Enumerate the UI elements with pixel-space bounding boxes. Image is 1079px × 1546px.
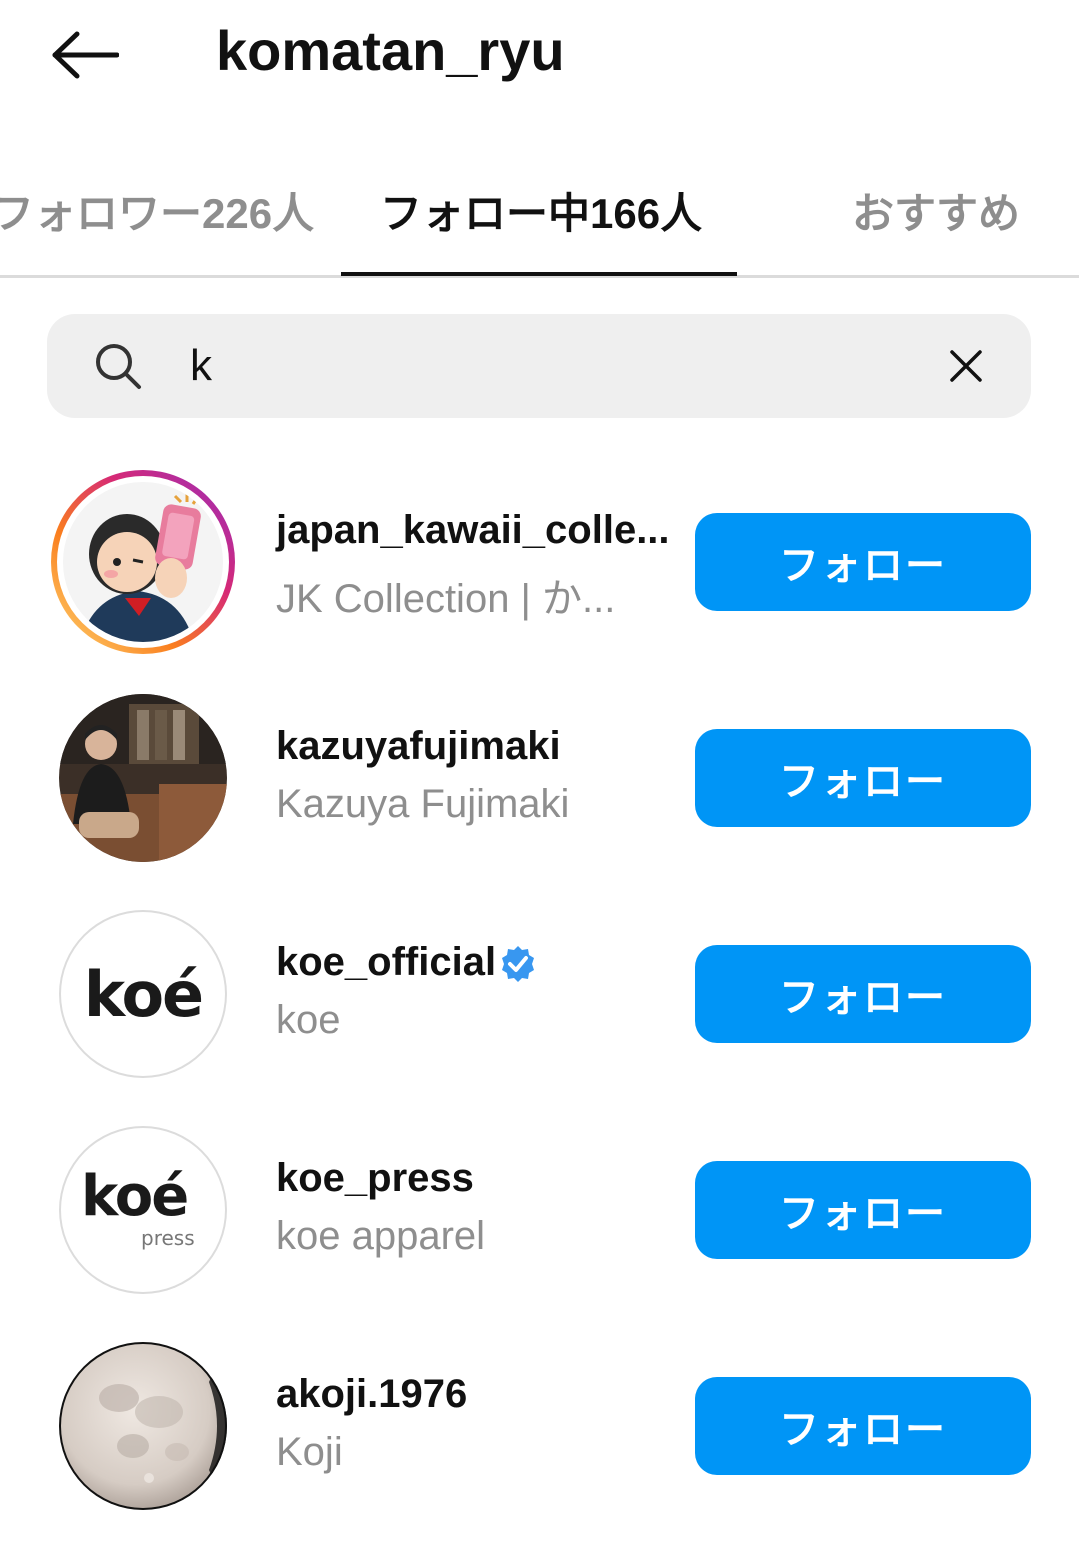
list-item[interactable]: akoji.1976 Koji フォロー — [0, 1330, 1079, 1546]
koe-press-logo: koé — [81, 1164, 189, 1229]
follow-button[interactable]: フォロー — [695, 1377, 1031, 1475]
koe-logo: koé — [83, 957, 204, 1031]
tab-followers[interactable]: フォロワー226人 — [0, 180, 314, 241]
active-tab-indicator — [341, 272, 737, 276]
tab-bar: フォロワー226人 フォロー中166人 おすすめ — [0, 150, 1079, 278]
account-fullname: JK Collection | か... — [276, 577, 616, 621]
moon-photo — [59, 1342, 227, 1510]
avatar[interactable]: koé press — [59, 1126, 227, 1294]
account-fullname: Kazuya Fujimaki — [276, 782, 570, 826]
follow-button[interactable]: フォロー — [695, 729, 1031, 827]
account-username[interactable]: koe_official — [276, 940, 496, 985]
account-username[interactable]: kazuyafujimaki — [276, 724, 561, 769]
tab-suggested[interactable]: おすすめ — [852, 180, 1020, 241]
clear-search-button[interactable] — [936, 336, 996, 396]
follow-button[interactable]: フォロー — [695, 945, 1031, 1043]
account-username[interactable]: koe_press — [276, 1156, 474, 1201]
list-item[interactable]: koé koe_official koe フォロー — [0, 898, 1079, 1114]
close-icon — [950, 350, 982, 382]
profile-photo — [59, 694, 227, 862]
avatar[interactable] — [47, 466, 239, 658]
search-input[interactable] — [190, 334, 890, 398]
list-item[interactable]: kazuyafujimaki Kazuya Fujimaki フォロー — [0, 682, 1079, 898]
avatar[interactable] — [59, 1342, 227, 1510]
verified-badge-icon — [502, 946, 534, 982]
top-bar: komatan_ryu — [0, 0, 1079, 110]
back-button[interactable] — [44, 20, 124, 90]
list-item[interactable]: japan_kawaii_colle... JK Collection | か.… — [0, 466, 1079, 682]
account-fullname: koe — [276, 998, 341, 1042]
list-item[interactable]: koé press koe_press koe apparel フォロー — [0, 1114, 1079, 1330]
page-title: komatan_ryu — [216, 19, 565, 82]
avatar[interactable] — [59, 694, 227, 862]
follow-button[interactable]: フォロー — [695, 513, 1031, 611]
follow-button[interactable]: フォロー — [695, 1161, 1031, 1259]
search-icon — [96, 344, 141, 389]
koe-press-logo-sub: press — [141, 1226, 195, 1250]
avatar[interactable]: koé — [59, 910, 227, 1078]
account-username[interactable]: japan_kawaii_colle... — [276, 508, 670, 553]
story-ring — [51, 470, 235, 654]
account-fullname: koe apparel — [276, 1214, 486, 1258]
tab-following[interactable]: フォロー中166人 — [380, 180, 702, 241]
account-username[interactable]: akoji.1976 — [276, 1372, 467, 1417]
account-fullname: Koji — [276, 1430, 343, 1474]
back-arrow-icon — [52, 31, 119, 79]
